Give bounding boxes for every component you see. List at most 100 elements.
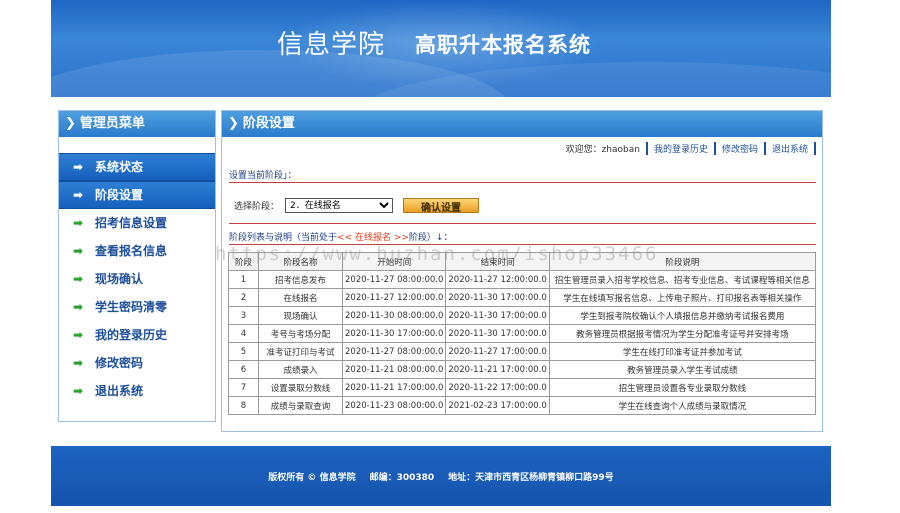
table-cell: 现场确认 (258, 306, 343, 325)
table-cell: 2020-11-21 08:00:00.0 (341, 360, 447, 379)
column-header: 结束时间 (445, 252, 550, 271)
arrow-right-icon: ➡ (73, 356, 84, 370)
sidebar-item-label: 现场确认 (95, 272, 144, 286)
table-row: 4 考号与考场分配 2020-11-30 17:00:00.0 2020-11-… (228, 324, 817, 343)
table-row: 6 成绩录入 2020-11-21 08:00:00.0 2020-11-21 … (228, 360, 817, 379)
table-cell: 2020-11-30 17:00:00.0 (445, 324, 550, 343)
table-cell: 在线报名 (258, 288, 343, 307)
table-cell: 2020-11-27 17:00:00.0 (445, 342, 550, 361)
stage-list-suffix: 阶段）↓： (408, 233, 453, 243)
sidebar-title: 管理员菜单 (79, 116, 145, 131)
table-cell: 2020-11-21 17:00:00.0 (445, 360, 550, 379)
footer: 版权所有 © 信息学院 邮编：300380 地址：天津市西青区杨柳青镇柳口路99… (51, 446, 831, 506)
table-cell: 学生到报考院校确认个人填报信息并缴纳考试报名费用 (548, 306, 817, 325)
change-password-link[interactable]: 修改密码 (722, 145, 758, 155)
sidebar-item-label: 招考信息设置 (95, 216, 168, 230)
table-cell: 2020-11-27 12:00:00.0 (341, 288, 447, 307)
footer-copyright: 版权所有 © 信息学院 (268, 472, 356, 483)
sidebar-item-label: 查看报名信息 (95, 244, 168, 258)
main-header: ❯ 阶段设置 (222, 111, 822, 137)
stage-table: 阶段 阶段名称 开始时间 结束时间 阶段说明 1 招考信息发布 2020-11-… (228, 252, 817, 415)
current-stage-label: << 在线报名 >> (337, 233, 409, 243)
column-header: 阶段说明 (548, 252, 817, 271)
sidebar-item-reset-password[interactable]: ➡ 学生密码清零 (59, 293, 215, 321)
sidebar-panel: ❯ 管理员菜单 ➡ 系统状态 ➡ 阶段设置 ➡ 招考信息设置 ➡ 查看报名信息 ➡… (58, 110, 216, 422)
footer-address: 地址：天津市西青区杨柳青镇柳口路99号 (448, 472, 614, 483)
sidebar-item-label: 修改密码 (95, 356, 144, 370)
sidebar-item-stage-settings[interactable]: ➡ 阶段设置 (59, 181, 215, 209)
sidebar-item-login-history[interactable]: ➡ 我的登录历史 (59, 321, 215, 349)
table-cell: 2020-11-30 17:00:00.0 (341, 324, 447, 343)
table-cell: 2020-11-30 08:00:00.0 (341, 306, 447, 325)
table-cell: 成绩与录取查询 (258, 396, 343, 415)
sidebar-item-onsite-confirm[interactable]: ➡ 现场确认 (59, 265, 215, 293)
table-cell: 5 (228, 342, 259, 361)
welcome-text: 欢迎您：zhaoban (560, 142, 648, 155)
divider (229, 182, 816, 183)
arrow-right-icon: ➡ (73, 216, 84, 230)
table-row: 3 现场确认 2020-11-30 08:00:00.0 2020-11-30 … (228, 306, 817, 325)
logout-link[interactable]: 退出系统 (772, 145, 808, 155)
table-cell: 2021-02-23 17:00:00.0 (445, 396, 550, 415)
table-row: 7 设置录取分数线 2020-11-21 17:00:00.0 2020-11-… (228, 378, 817, 397)
table-cell: 考号与考场分配 (258, 324, 343, 343)
divider (229, 223, 816, 224)
table-cell: 2020-11-22 17:00:00.0 (445, 378, 550, 397)
table-row: 2 在线报名 2020-11-27 12:00:00.0 2020-11-30 … (228, 288, 817, 307)
table-cell: 学生在线查询个人成绩与录取情况 (548, 396, 817, 415)
table-row: 1 招考信息发布 2020-11-27 08:00:00.0 2020-11-2… (228, 270, 817, 289)
arrow-right-icon: ➡ (73, 384, 84, 398)
user-bar: 欢迎您：zhaoban 我的登录历史 修改密码 退出系统 (560, 142, 816, 155)
header-banner: 信息学院 高职升本报名系统 (51, 0, 831, 97)
chevron-right-icon: ❯ (228, 116, 239, 131)
table-row: 5 准考证打印与考试 2020-11-27 08:00:00.0 2020-11… (228, 342, 817, 361)
arrow-right-icon: ➡ (73, 272, 84, 286)
login-history-link[interactable]: 我的登录历史 (654, 145, 708, 155)
sidebar-item-system-status[interactable]: ➡ 系统状态 (59, 153, 215, 181)
school-name: 信息学院 (277, 30, 386, 60)
system-title: 高职升本报名系统 (415, 33, 591, 57)
sidebar-header: ❯ 管理员菜单 (59, 111, 215, 137)
table-cell: 学生在线打印准考证并参加考试 (548, 342, 817, 361)
table-cell: 招生管理员设置各专业录取分数线 (548, 378, 817, 397)
sidebar-item-exam-info[interactable]: ➡ 招考信息设置 (59, 209, 215, 237)
column-header: 阶段 (228, 252, 259, 271)
sidebar-item-label: 学生密码清零 (95, 300, 168, 314)
table-cell: 2020-11-27 08:00:00.0 (341, 342, 447, 361)
stage-list-prefix: 阶段列表与说明（当前处于 (229, 233, 338, 243)
main-panel: ❯ 阶段设置 欢迎您：zhaoban 我的登录历史 修改密码 退出系统 设置当前阶… (221, 110, 823, 432)
table-cell: 2020-11-30 17:00:00.0 (445, 306, 550, 325)
page-title: 阶段设置 (242, 116, 295, 131)
footer-postcode: 邮编：300380 (369, 472, 435, 483)
table-cell: 学生在线填写报名信息、上传电子照片、打印报名表等相关操作 (548, 288, 817, 307)
table-cell: 设置录取分数线 (258, 378, 343, 397)
select-label: 选择阶段： (234, 202, 280, 212)
sidebar-item-label: 系统状态 (95, 160, 144, 174)
table-cell: 4 (228, 324, 259, 343)
sidebar-item-logout[interactable]: ➡ 退出系统 (59, 377, 215, 405)
arrow-right-icon: ➡ (73, 188, 84, 202)
confirm-button[interactable]: 确认设置 (403, 198, 480, 214)
arrow-right-icon: ➡ (73, 328, 84, 342)
table-cell: 2020-11-27 08:00:00.0 (341, 270, 447, 289)
arrow-right-icon: ➡ (73, 160, 84, 174)
table-cell: 1 (228, 270, 259, 289)
table-cell: 3 (228, 306, 259, 325)
table-cell: 7 (228, 378, 259, 397)
arrow-right-icon: ➡ (73, 244, 84, 258)
table-cell: 成绩录入 (258, 360, 343, 379)
sidebar-item-label: 退出系统 (95, 384, 144, 398)
table-row: 8 成绩与录取查询 2020-11-23 08:00:00.0 2021-02-… (228, 396, 817, 415)
stage-select[interactable]: 2．在线报名 (285, 198, 394, 213)
chevron-right-icon: ❯ (65, 116, 76, 131)
table-cell: 招生管理员录入招考学校信息、招考专业信息、考试课程等相关信息 (548, 270, 817, 289)
sidebar-item-view-registrations[interactable]: ➡ 查看报名信息 (59, 237, 215, 265)
table-cell: 准考证打印与考试 (258, 342, 343, 361)
sidebar-item-change-password[interactable]: ➡ 修改密码 (59, 349, 215, 377)
sidebar-item-label: 我的登录历史 (95, 328, 168, 342)
sidebar-menu: ➡ 系统状态 ➡ 阶段设置 ➡ 招考信息设置 ➡ 查看报名信息 ➡ 现场确认 ➡… (59, 153, 215, 405)
table-cell: 教务管理员根据报考情况为学生分配准考证号并安排考场 (548, 324, 817, 343)
divider (229, 244, 816, 245)
column-header: 阶段名称 (258, 252, 343, 271)
sidebar-item-label: 阶段设置 (95, 188, 144, 202)
